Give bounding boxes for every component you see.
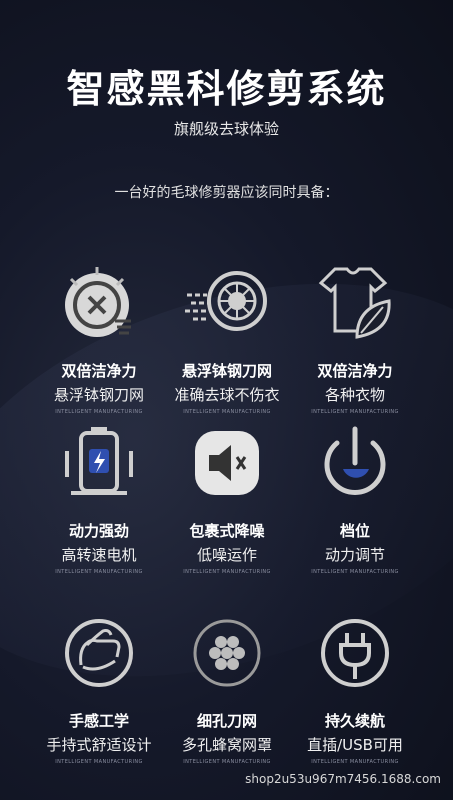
feature-title: 双倍洁净力 <box>317 362 393 380</box>
feature-subtitle: 直插/USB可用 <box>307 736 403 754</box>
shirt-leaf-icon <box>310 258 400 348</box>
power-icon <box>310 418 400 508</box>
feature-item: 双倍洁净力 各种衣物 INTELLIGENT MANUFACTURING <box>280 258 430 415</box>
honeycomb-icon <box>182 608 272 698</box>
feature-tag: INTELLIGENT MANUFACTURING <box>311 759 399 765</box>
battery-motor-icon <box>54 418 144 508</box>
plug-icon <box>310 608 400 698</box>
feature-item: 档位 动力调节 INTELLIGENT MANUFACTURING <box>280 418 430 575</box>
feature-subtitle: 各种衣物 <box>324 386 385 404</box>
feature-subtitle: 动力调节 <box>324 546 385 564</box>
feature-item: 持久续航 直插/USB可用 INTELLIGENT MANUFACTURING <box>280 608 430 765</box>
feature-title: 持久续航 <box>324 712 385 730</box>
mute-speaker-icon <box>182 418 272 508</box>
page-subtitle: 旗舰级去球体验 <box>173 120 279 138</box>
feature-tag: INTELLIGENT MANUFACTURING <box>311 409 399 415</box>
spinning-blade-icon <box>182 258 272 348</box>
page-title: 智感黑科修剪系统 <box>66 67 387 111</box>
hand-grip-icon <box>54 608 144 698</box>
intro-text: 一台好的毛球修剪器应该同时具备： <box>114 185 339 201</box>
clock-blade-icon <box>54 258 144 348</box>
feature-title: 档位 <box>339 522 370 540</box>
feature-tag: INTELLIGENT MANUFACTURING <box>311 569 399 575</box>
shop-url: shop2u53u967m7456.1688.com <box>245 772 441 786</box>
